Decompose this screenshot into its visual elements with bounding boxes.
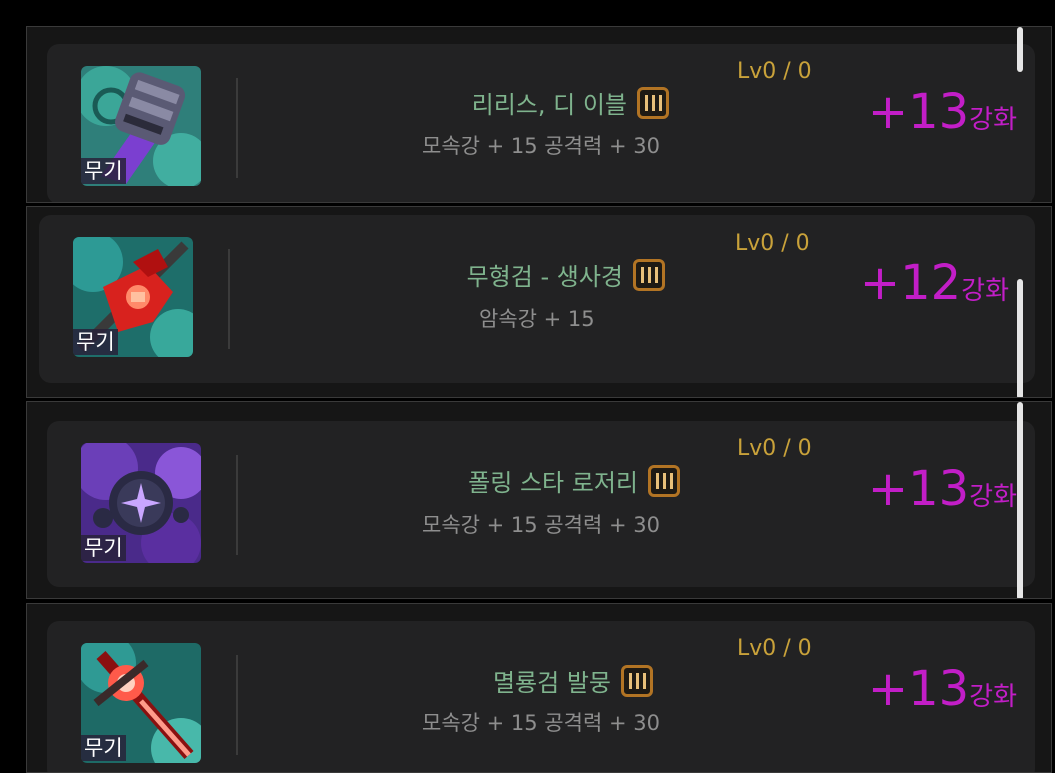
item-level: Lv0 / 0 <box>735 231 810 256</box>
star-rosary-icon: 무기 <box>81 443 201 563</box>
upgrade-suffix: 강화 <box>969 105 1017 135</box>
upgrade-level: +13강화 <box>868 84 1017 140</box>
scrollbar[interactable] <box>1017 27 1023 72</box>
upgrade-value: +13 <box>867 661 970 717</box>
item-card[interactable]: 무기 폴링 스타 로저리 모속강 + 15 공격력 + 30 Lv0 / 0 +… <box>47 421 1035 587</box>
item-card[interactable]: 무기 멸룡검 발뭉 모속강 + 15 공격력 + 30 Lv0 / 0 +13강… <box>47 621 1035 772</box>
item-card[interactable]: 무기 리리스, 디 이블 모속강 + 15 공격력 + 30 Lv0 / 0 +… <box>47 44 1035 202</box>
item-level: Lv0 / 0 <box>737 436 812 461</box>
item-level: Lv0 / 0 <box>737 59 812 84</box>
upgrade-suffix: 강화 <box>961 276 1009 306</box>
item-stats: 모속강 + 15 공격력 + 30 <box>422 711 660 735</box>
item-panel-2: 무기 무형검 - 생사경 암속강 + 15 Lv0 / 0 +12강화 <box>26 206 1052 398</box>
slot-tag: 무기 <box>81 158 126 184</box>
upgrade-level: +13강화 <box>868 461 1017 517</box>
item-panel-4: 무기 멸룡검 발뭉 모속강 + 15 공격력 + 30 Lv0 / 0 +13강… <box>26 603 1052 773</box>
tier-badge-icon <box>637 86 669 119</box>
item-name-line: 폴링 스타 로저리 <box>468 463 680 498</box>
upgrade-suffix: 강화 <box>969 482 1017 512</box>
item-name-line: 리리스, 디 이블 <box>472 85 669 120</box>
item-card[interactable]: 무기 무형검 - 생사경 암속강 + 15 Lv0 / 0 +12강화 <box>39 215 1035 383</box>
upgrade-value: +13 <box>867 84 970 140</box>
item-stats: 모속강 + 15 공격력 + 30 <box>422 134 660 158</box>
item-panel-3: 무기 폴링 스타 로저리 모속강 + 15 공격력 + 30 Lv0 / 0 +… <box>26 401 1052 599</box>
item-level: Lv0 / 0 <box>737 636 812 661</box>
red-sword-icon: 무기 <box>73 237 193 357</box>
upgrade-suffix: 강화 <box>969 682 1017 712</box>
scrollbar[interactable] <box>1017 279 1023 397</box>
slot-tag: 무기 <box>73 329 118 355</box>
item-stats: 모속강 + 15 공격력 + 30 <box>422 513 660 537</box>
divider <box>228 249 230 349</box>
gauntlet-icon: 무기 <box>81 66 201 186</box>
scrollbar[interactable] <box>1017 402 1023 598</box>
upgrade-level: +12강화 <box>860 255 1009 311</box>
slot-tag: 무기 <box>81 735 126 761</box>
dragon-sword-icon: 무기 <box>81 643 201 763</box>
upgrade-level: +13강화 <box>868 661 1017 717</box>
tier-badge-icon <box>633 258 665 291</box>
upgrade-value: +12 <box>859 255 962 311</box>
item-panel-1: 무기 리리스, 디 이블 모속강 + 15 공격력 + 30 Lv0 / 0 +… <box>26 26 1052 203</box>
item-name-line: 무형검 - 생사경 <box>467 257 665 292</box>
item-stats: 암속강 + 15 <box>479 307 595 331</box>
item-name-line: 멸룡검 발뭉 <box>493 663 653 698</box>
tier-badge-icon <box>648 464 680 497</box>
upgrade-value: +13 <box>867 461 970 517</box>
item-name[interactable]: 리리스, 디 이블 <box>472 85 627 120</box>
item-name[interactable]: 무형검 - 생사경 <box>467 257 623 292</box>
divider <box>236 455 238 555</box>
tier-badge-icon <box>621 664 653 697</box>
divider <box>236 78 238 178</box>
divider <box>236 655 238 755</box>
item-name[interactable]: 멸룡검 발뭉 <box>493 663 611 698</box>
slot-tag: 무기 <box>81 535 126 561</box>
item-name[interactable]: 폴링 스타 로저리 <box>468 463 638 498</box>
